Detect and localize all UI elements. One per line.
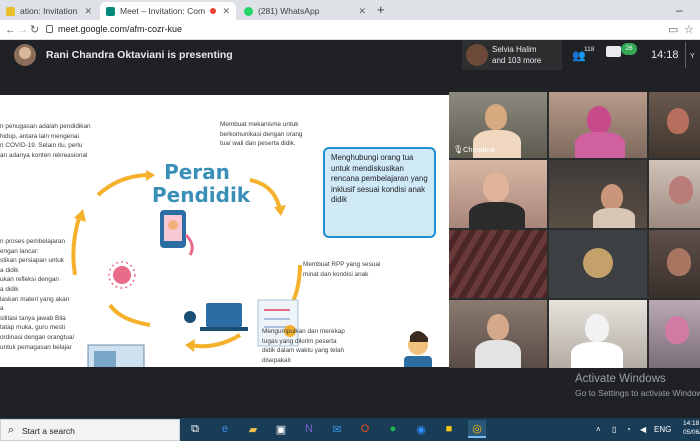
laptop-worker-icon xyxy=(206,303,242,327)
participant-name: Chrisdina xyxy=(463,145,495,154)
left-top-text: n penugasan adalah pendidikan hidup, ant… xyxy=(0,123,91,159)
edge-icon[interactable]: e xyxy=(216,420,234,438)
tab-meet[interactable]: Meet – Invitation: Communi ✕ xyxy=(100,2,236,20)
activate-windows-hint: Go to Settings to activate Window xyxy=(575,388,700,398)
lock-icon xyxy=(46,25,53,33)
store-icon[interactable]: ▣ xyxy=(272,420,290,438)
address-bar[interactable]: meet.google.com/afm-cozr-kue xyxy=(58,24,182,34)
presenter-status: Rani Chandra Oktaviani is presenting xyxy=(46,49,233,61)
participant-grid: 🎙 Chrisdina xyxy=(449,92,700,368)
network-icon[interactable]: ▯ xyxy=(612,425,616,434)
pill-name: Selvia Halim xyxy=(492,45,537,54)
slide-title: Peran Pendidik xyxy=(152,160,251,207)
right-mid-text: Membuat RPP yang sesuai minat dan kondis… xyxy=(303,261,381,278)
activate-windows-title: Activate Windows xyxy=(575,373,666,385)
divider xyxy=(685,42,686,68)
bookmark-star-icon[interactable]: ☆ xyxy=(684,23,694,36)
cast-icon[interactable]: ▭ xyxy=(668,23,678,36)
tab-whatsapp[interactable]: (281) WhatsApp ✕ xyxy=(238,2,372,20)
cycle-arrow-icon xyxy=(189,333,242,349)
wifi-icon[interactable]: ◔ xyxy=(626,425,631,434)
spotify-icon[interactable]: ● xyxy=(384,420,402,438)
speech-bubble: Menghubungi orang tua untuk mendiskusika… xyxy=(323,147,436,238)
mail-icon[interactable]: ✉ xyxy=(328,420,346,438)
video-tile[interactable] xyxy=(549,230,647,298)
cycle-arrow-icon xyxy=(249,178,282,211)
participants-pill[interactable]: Selvia Halim and 103 more xyxy=(462,40,562,70)
search-icon: ⌕ xyxy=(8,424,15,436)
people-count: 118 xyxy=(584,46,595,53)
video-tile[interactable] xyxy=(649,92,700,158)
cycle-arrow-icon xyxy=(108,303,151,327)
opera-icon[interactable]: O xyxy=(356,420,374,438)
video-tile[interactable] xyxy=(549,92,647,158)
browser-toolbar: ← → ↻ meet.google.com/afm-cozr-kue ▭ ☆ xyxy=(0,20,700,40)
meet-clock: 14:18 xyxy=(651,49,679,61)
chat-icon[interactable] xyxy=(606,46,621,57)
search-placeholder: Start a search xyxy=(22,426,75,436)
language-indicator[interactable]: ENG xyxy=(654,425,671,434)
taskbar-clock[interactable]: 14:18 05/06/20 xyxy=(683,419,700,437)
tab-invitation[interactable]: ation: Invitation: Community ✕ xyxy=(0,2,98,20)
sticky-notes-icon[interactable]: ■ xyxy=(440,420,458,438)
meet-top-bar: Rani Chandra Oktaviani is presenting xyxy=(0,40,700,70)
video-tile[interactable] xyxy=(549,160,647,228)
forward-button[interactable]: → xyxy=(17,23,28,37)
chevron-up-icon[interactable]: ˄ xyxy=(596,425,601,434)
virus-icon xyxy=(113,266,131,284)
zoom-icon[interactable]: ◉ xyxy=(412,420,430,438)
video-tile[interactable] xyxy=(649,230,700,298)
onenote-icon[interactable]: N xyxy=(300,420,318,438)
task-view-icon[interactable]: ⧉ xyxy=(186,420,204,438)
video-tile[interactable] xyxy=(649,160,700,228)
video-tile[interactable] xyxy=(449,300,547,368)
pill-more: and 103 more xyxy=(492,56,542,65)
chat-badge: 26 xyxy=(621,43,637,55)
meet-favicon-icon xyxy=(106,6,115,16)
back-button[interactable]: ← xyxy=(5,23,16,37)
whatsapp-favicon-icon xyxy=(244,6,253,16)
presentation-slide: n penugasan adalah pendidikan hidup, ant… xyxy=(0,95,449,367)
volume-icon[interactable]: ◀ xyxy=(640,425,646,434)
new-tab-button[interactable]: + xyxy=(377,2,385,18)
close-tab-icon[interactable]: ✕ xyxy=(78,6,92,17)
reload-button[interactable]: ↻ xyxy=(30,23,39,37)
calendar-favicon-icon xyxy=(6,6,15,16)
video-tile[interactable] xyxy=(549,300,647,368)
file-explorer-icon[interactable]: ▰ xyxy=(244,420,262,438)
avatar xyxy=(466,44,488,66)
cycle-arrow-icon xyxy=(96,173,151,197)
chrome-icon[interactable]: ◎ xyxy=(468,420,486,438)
video-tile[interactable] xyxy=(649,300,700,368)
user-initial: Y xyxy=(690,53,695,60)
close-tab-icon[interactable]: ✕ xyxy=(216,6,230,17)
minimize-window-button[interactable]: – xyxy=(676,3,683,17)
left-bottom-text: n proses pembelajaran engan lancar: stik… xyxy=(0,238,75,351)
cycle-arrow-icon xyxy=(71,214,82,276)
close-tab-icon[interactable]: ✕ xyxy=(352,6,366,17)
video-tile[interactable] xyxy=(449,230,547,298)
presenter-avatar xyxy=(14,44,36,66)
browser-tab-bar: ation: Invitation: Community ✕ Meet – In… xyxy=(0,0,700,20)
video-tile[interactable] xyxy=(449,160,547,228)
top-center-text: Membuat mekanisme untuk berkomunikasi de… xyxy=(220,121,303,148)
mic-icon: 🎙 xyxy=(453,145,464,154)
video-tile[interactable]: 🎙 Chrisdina xyxy=(449,92,547,158)
bottom-center-text: Mengumpulkan dan merekap tugas yang diki… xyxy=(262,328,345,364)
